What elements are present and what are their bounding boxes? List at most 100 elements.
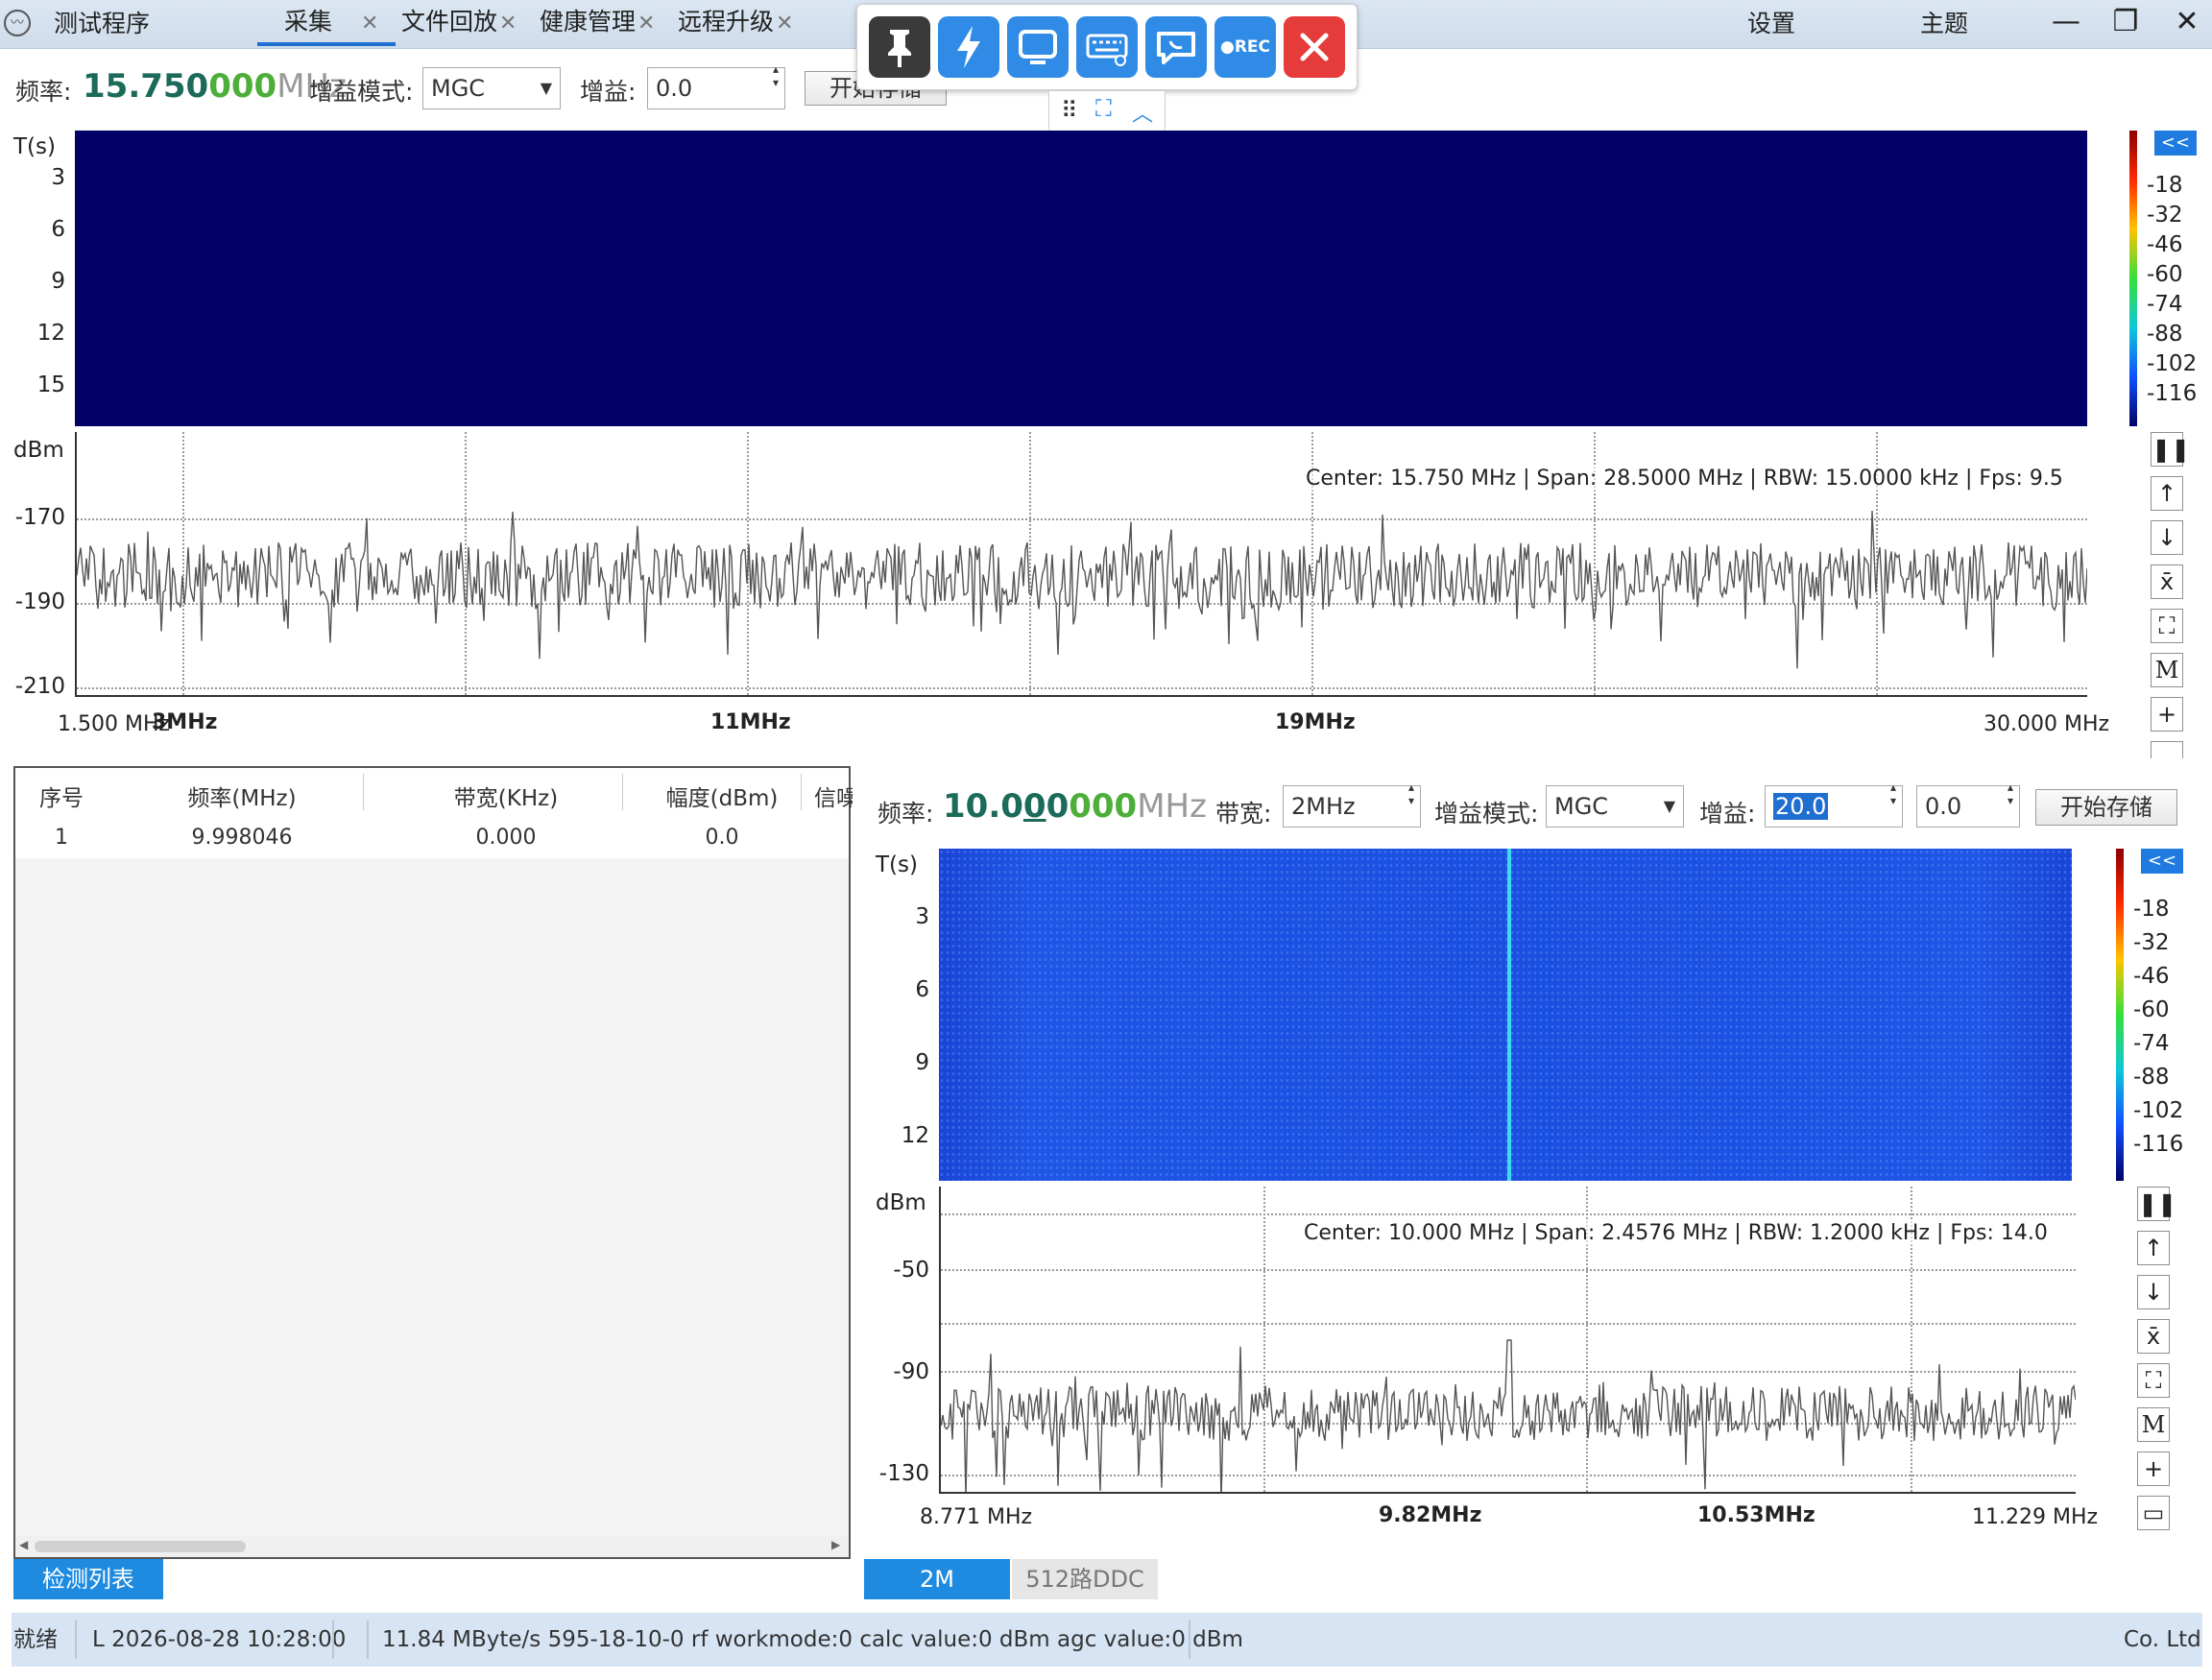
waterfall-ytick: 9 [51, 269, 65, 294]
tab-acquisition[interactable]: 采集 [284, 0, 332, 46]
waterfall-ytick: 15 [36, 372, 65, 397]
column-header[interactable]: 频率(MHz) [108, 780, 376, 812]
window-close-icon[interactable]: ✕ [2166, 0, 2208, 46]
record-icon[interactable]: ●REC [1214, 16, 1276, 78]
status-divider [75, 1620, 77, 1659]
bottom-collapse-button[interactable]: << [2141, 849, 2183, 874]
bottom-spectrum-plot[interactable]: Center: 10.000 MHz | Span: 2.4576 MHz | … [939, 1187, 2076, 1494]
status-divider [367, 1620, 369, 1659]
tab-file-playback[interactable]: 文件回放 [401, 0, 497, 46]
bottom-save-button[interactable]: 开始存储 [2035, 789, 2177, 826]
gain-offset-spinbox[interactable]: 0.0 ▴ ▾ [1916, 780, 2020, 828]
theme-menu[interactable]: 主题 [1920, 0, 1968, 48]
gain-mode-value: MGC [1554, 793, 1609, 820]
tab-close-icon[interactable]: ✕ [499, 0, 517, 48]
settings-menu[interactable]: 设置 [1747, 0, 1795, 48]
status-company: Co. Ltd [2124, 1627, 2201, 1652]
colorbar-tick: -60 [2147, 262, 2183, 287]
tab-2m[interactable]: 2M [864, 1559, 1010, 1599]
arrow-down-icon[interactable]: ↓ [2137, 1275, 2170, 1309]
top-spectrum-plot[interactable]: Center: 15.750 MHz | Span: 28.5000 MHz |… [75, 432, 2087, 697]
zoom-fit-icon[interactable]: ⛶ [2137, 1363, 2170, 1398]
marker-icon[interactable]: M [2151, 653, 2183, 687]
top-waterfall[interactable] [75, 131, 2087, 426]
scroll-right-icon[interactable]: ▶ [831, 1538, 840, 1551]
horizontal-scrollbar[interactable]: ◀ ▶ [15, 1536, 849, 1557]
drag-handle-icon[interactable]: ⠿ [1061, 97, 1078, 124]
spin-arrows-icon[interactable]: ▴ ▾ [1408, 780, 1414, 807]
waterfall-ytick: 12 [36, 321, 65, 346]
gain-spinbox[interactable]: 0.0 ▴ ▾ [647, 62, 785, 109]
lightning-icon[interactable] [938, 16, 999, 78]
tab-close-icon[interactable]: ✕ [361, 0, 378, 48]
chat-icon[interactable] [1145, 16, 1207, 78]
gain-mode-select[interactable]: MGC ▼ [1546, 785, 1684, 828]
tab-512-ddc[interactable]: 512路DDC [1012, 1559, 1158, 1599]
column-divider [622, 774, 623, 810]
scroll-left-icon[interactable]: ◀ [19, 1538, 28, 1551]
spectrum-ytick: -130 [878, 1461, 929, 1486]
bottom-frequency-display[interactable]: 10.000000MHz [943, 787, 1207, 826]
x-bar-icon[interactable]: x̄ [2137, 1319, 2170, 1354]
restore-icon[interactable]: ❐ [2104, 0, 2147, 46]
tab-close-icon[interactable]: ✕ [637, 0, 655, 48]
tab-close-icon[interactable]: ✕ [776, 0, 793, 48]
column-header[interactable]: 幅度(dBm) [636, 780, 808, 812]
column-divider [363, 774, 364, 810]
bandwidth-spinbox[interactable]: 2MHz ▴ ▾ [1283, 780, 1421, 828]
bottom-spectrum-info: Center: 10.000 MHz | Span: 2.4576 MHz | … [1304, 1221, 2048, 1245]
gain-mode-value: MGC [431, 75, 486, 102]
tab-remote-upgrade[interactable]: 远程升级 [678, 0, 774, 46]
colorbar-tick: -102 [2147, 351, 2198, 376]
bottom-colorbar [2116, 849, 2124, 1181]
top-colorbar [2129, 131, 2137, 426]
zoom-fit-icon[interactable]: ⛶ [2151, 609, 2183, 643]
x-bar-icon[interactable]: x̄ [2151, 564, 2183, 599]
pin-icon[interactable] [869, 16, 930, 78]
ruler-icon[interactable] [2151, 741, 2183, 758]
table-row[interactable]: 1 9.998046 0.000 0.0 [15, 816, 849, 858]
spectrum-xtick: 19MHz [1275, 710, 1356, 734]
plus-icon[interactable]: + [2137, 1452, 2170, 1486]
bandwidth-label: 带宽: [1215, 800, 1272, 828]
keyboard-icon[interactable] [1076, 16, 1138, 78]
spin-arrows-icon[interactable]: ▴ ▾ [773, 62, 779, 89]
tab-detection-list[interactable]: 检测列表 [13, 1559, 163, 1599]
arrow-up-icon[interactable]: ↑ [2151, 476, 2183, 511]
plus-icon[interactable]: + [2151, 697, 2183, 732]
app-title: 测试程序 [54, 10, 151, 37]
bottom-waterfall[interactable] [939, 849, 2072, 1181]
colorbar-tick: -32 [2133, 930, 2170, 955]
chevron-up-icon[interactable]: ︿ [1132, 97, 1153, 128]
close-icon[interactable] [1284, 16, 1345, 78]
fullscreen-icon[interactable]: ⛶ [1095, 95, 1112, 122]
scrollbar-thumb[interactable] [35, 1541, 246, 1552]
minimize-icon[interactable]: — [2045, 0, 2087, 46]
gain-spinbox[interactable]: 20.0 ▴ ▾ [1765, 780, 1903, 828]
frequency-digits: 000 [208, 67, 277, 106]
arrow-up-icon[interactable]: ↑ [2137, 1231, 2170, 1265]
frequency-display[interactable]: 15.750000MHz [83, 67, 347, 106]
spin-arrows-icon[interactable]: ▴ ▾ [1890, 780, 1896, 807]
active-tab-indicator [257, 42, 396, 46]
spin-arrows-icon[interactable]: ▴ ▾ [2008, 780, 2013, 807]
colorbar-tick: -74 [2133, 1031, 2170, 1056]
marker-icon[interactable]: M [2137, 1407, 2170, 1442]
column-header[interactable]: 带宽(KHz) [376, 780, 636, 812]
colorbar-tick: -88 [2133, 1065, 2170, 1090]
tab-health-management[interactable]: 健康管理 [540, 0, 636, 46]
pause-icon[interactable]: ❚❚ [2151, 432, 2190, 467]
waterfall-ytick: 12 [901, 1123, 929, 1148]
spectrum-ytick: -210 [14, 674, 65, 699]
colorbar-tick: -18 [2147, 173, 2183, 198]
monitor-icon[interactable] [1007, 16, 1069, 78]
spectrum-ytick: -170 [14, 505, 65, 530]
arrow-down-icon[interactable]: ↓ [2151, 520, 2183, 555]
pause-icon[interactable]: ❚❚ [2137, 1187, 2176, 1221]
frequency-main: 15.750 [83, 67, 209, 106]
column-header[interactable]: 信噪 [814, 780, 853, 812]
gain-mode-select[interactable]: MGC ▼ [422, 67, 561, 109]
ruler-icon[interactable]: ▭ [2137, 1496, 2170, 1530]
top-collapse-button[interactable]: << [2154, 131, 2197, 156]
column-header[interactable]: 序号 [23, 780, 100, 812]
